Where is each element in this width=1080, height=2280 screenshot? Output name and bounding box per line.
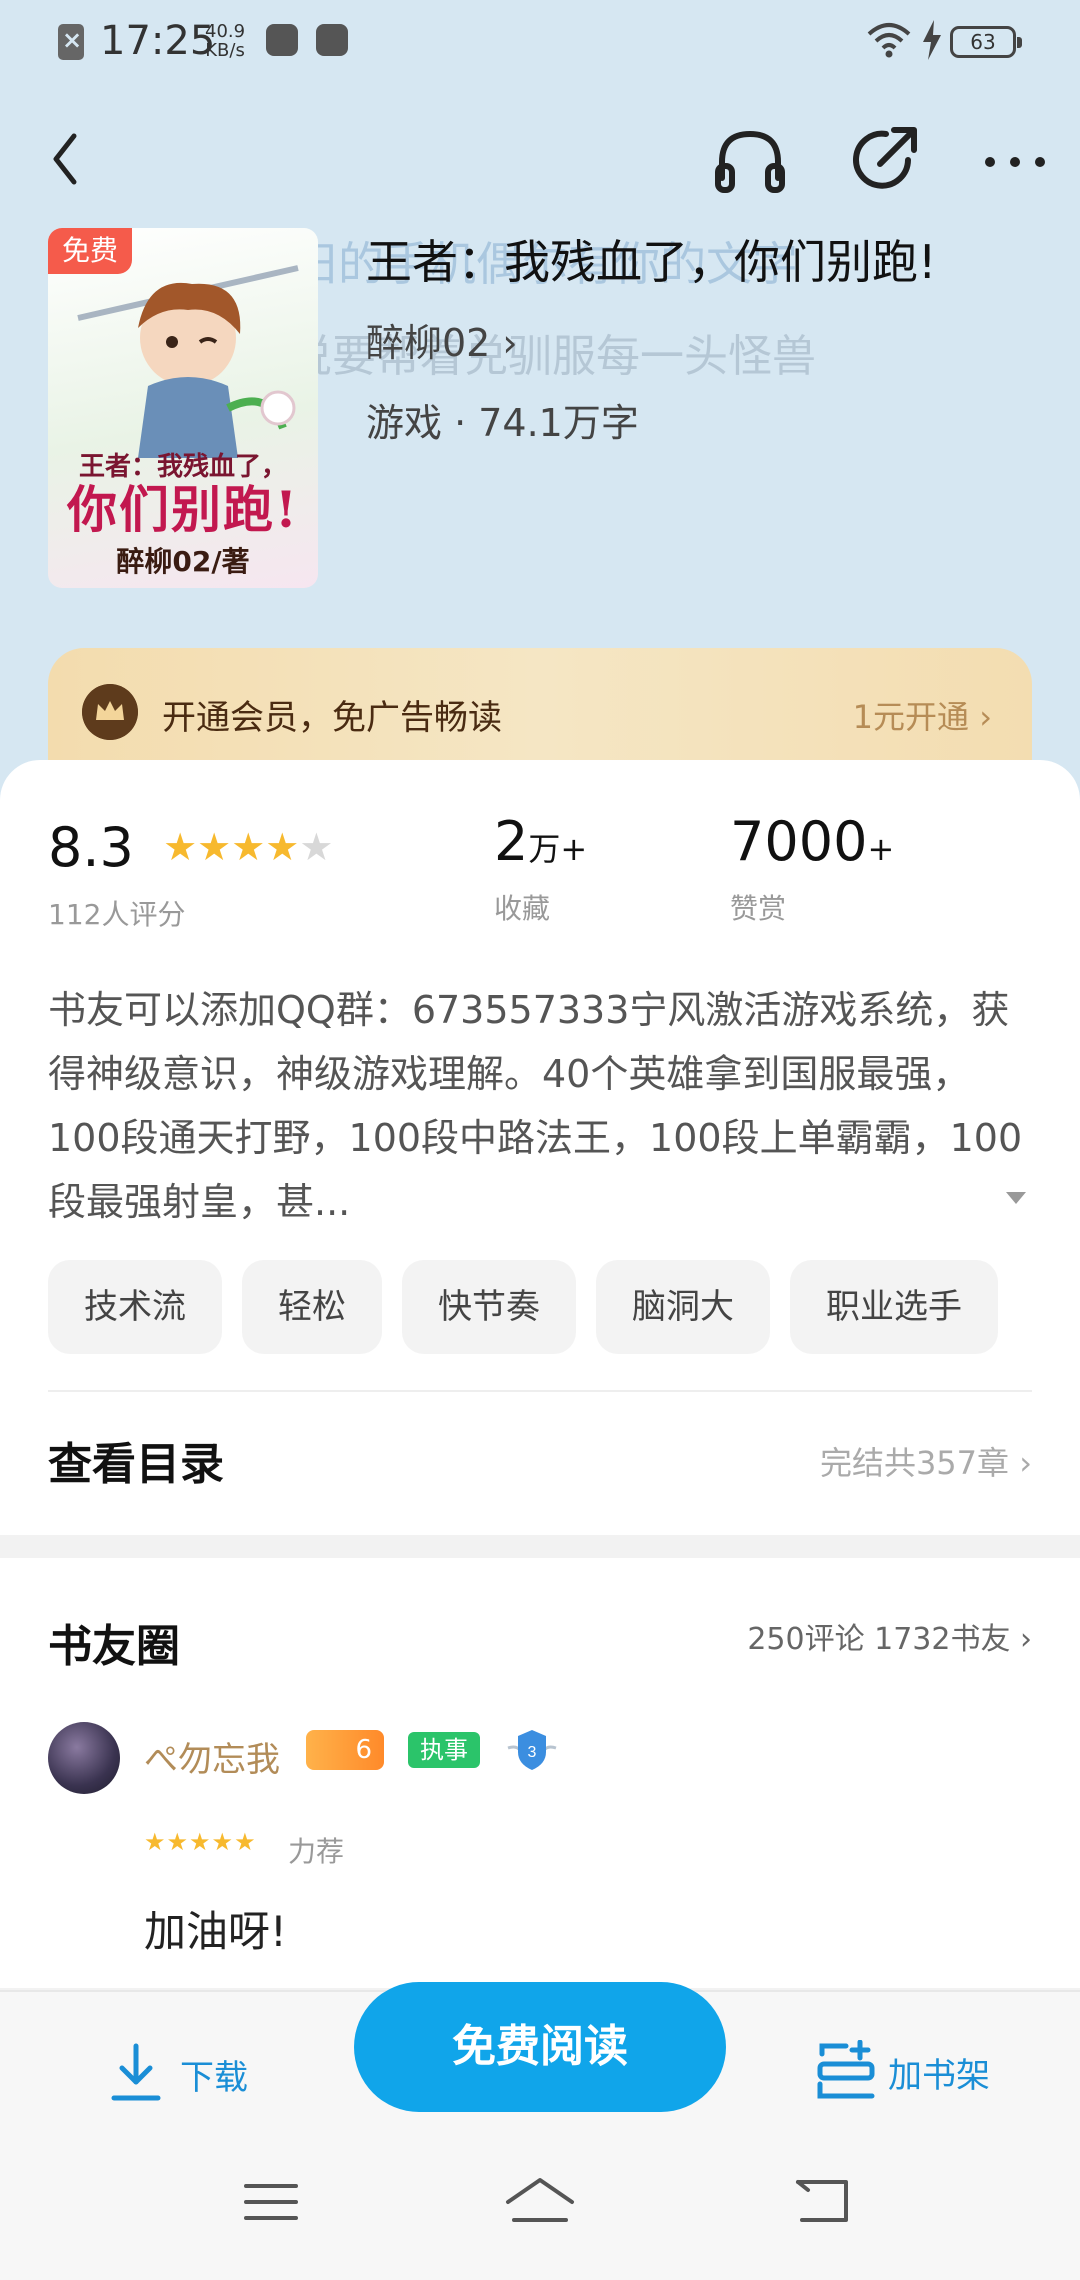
community-info[interactable]: 250评论 1732书友 › — [747, 1614, 1032, 1658]
rating-value: 8.3 — [48, 816, 134, 879]
book-meta: 游戏 · 74.1万字 — [366, 401, 639, 445]
toc-info[interactable]: 完结共357章 › — [820, 1438, 1032, 1484]
shield-badge-icon: 3 — [507, 1730, 557, 1770]
star-icon: ★ — [265, 825, 300, 869]
rating-stars: ★★★★★ — [163, 810, 333, 873]
star-icon: ★ — [163, 825, 198, 869]
charging-icon — [923, 20, 941, 60]
system-navigation-bar — [0, 2130, 1080, 2280]
comment-username[interactable]: ぺ勿忘我 — [144, 1732, 280, 1781]
share-icon[interactable] — [846, 120, 922, 200]
rating-stat: 8.3 ★★★★★ 112人评分 — [48, 810, 333, 933]
rewards-unit: + — [867, 830, 895, 868]
shield-level: 3 — [528, 1744, 537, 1761]
bookshelf-add-icon — [817, 2040, 875, 2099]
toc-label[interactable]: 查看目录 — [48, 1428, 224, 1492]
favorites-stat: 2万+ 收藏 — [494, 810, 587, 927]
expand-arrow-icon[interactable] — [1006, 1192, 1026, 1204]
add-to-shelf-button[interactable]: 加书架 — [816, 2040, 1016, 2104]
tag-chip[interactable]: 脑洞大 — [596, 1260, 770, 1354]
cover-illustration — [77, 265, 299, 458]
recent-apps-icon[interactable] — [244, 2180, 298, 2224]
back-icon[interactable] — [42, 124, 92, 194]
background-lyrics-line2: 他们说要帮着兑驯服每一头怪兽 — [200, 331, 816, 382]
favorites-value: 2 — [494, 810, 529, 873]
status-bar: 17:25 40.9 KB/s 63 — [0, 0, 1080, 86]
avatar[interactable] — [48, 1722, 120, 1794]
download-button[interactable]: 下载 — [110, 2042, 280, 2102]
top-toolbar — [0, 110, 1080, 210]
book-info-card: 8.3 ★★★★★ 112人评分 2万+ 收藏 7000+ 赞赏 书友可以添加Q… — [0, 760, 1080, 1535]
community-card: 书友圈 250评论 1732书友 › ぺ勿忘我 6 执事 3 ★★★★★ 力荐 … — [0, 1558, 1080, 1988]
tag-chip[interactable]: 轻松 — [242, 1260, 382, 1354]
sim-off-icon — [58, 24, 84, 60]
rating-label: 112人评分 — [48, 898, 186, 931]
vip-banner[interactable]: 开通会员，免广告畅读 1元开通 › — [48, 648, 1032, 778]
notification-app-icon — [266, 24, 298, 56]
headphones-icon[interactable] — [712, 122, 788, 198]
wifi-icon — [867, 23, 911, 58]
book-author-link[interactable]: 醉柳02 › — [366, 312, 518, 367]
status-time: 17:25 — [100, 18, 216, 64]
notification-app-icon — [316, 24, 348, 56]
tag-chip[interactable]: 技术流 — [48, 1260, 222, 1354]
add-to-shelf-label: 加书架 — [888, 2056, 990, 2096]
star-empty-icon: ★ — [299, 825, 334, 869]
divider — [48, 1390, 1032, 1392]
fire-level-value: 6 — [355, 1735, 372, 1765]
cover-author: 醉柳02/著 — [116, 545, 250, 578]
favorites-label: 收藏 — [494, 892, 551, 925]
tag-chip[interactable]: 职业选手 — [790, 1260, 998, 1354]
rewards-value: 7000 — [730, 810, 868, 873]
free-badge: 免费 — [48, 228, 132, 274]
free-read-button[interactable]: 免费阅读 — [354, 1982, 726, 2112]
network-speed: 40.9 KB/s — [205, 22, 245, 60]
book-cover[interactable]: 免费 王者：我残血了， 你们别跑! 醉柳02/著 — [48, 228, 318, 588]
comment-recommend: 力荐 — [288, 1835, 345, 1868]
tag-chip[interactable]: 快节奏 — [402, 1260, 576, 1354]
home-icon[interactable] — [504, 2176, 576, 2226]
community-title: 书友圈 — [48, 1621, 180, 1672]
cover-title-line2: 你们别跑! — [67, 480, 299, 539]
vip-text: 开通会员，免广告畅读 — [162, 698, 502, 738]
rewards-stat: 7000+ 赞赏 — [730, 810, 894, 927]
book-description[interactable]: 书友可以添加QQ群：673557333宁风激活游戏系统，获得神级意识，神级游戏理… — [48, 978, 1038, 1234]
download-label: 下载 — [180, 2058, 248, 2098]
crown-icon — [82, 684, 138, 740]
vip-action[interactable]: 1元开通 › — [853, 692, 992, 738]
comment-rating-stars: ★★★★★ — [144, 1828, 257, 1856]
comment-text[interactable]: 加油呀! — [144, 1898, 287, 1959]
star-icon: ★ — [231, 825, 266, 869]
book-title: 王者：我残血了，你们别跑! — [366, 235, 937, 289]
network-speed-value: 40.9 — [205, 21, 246, 42]
battery-indicator: 63 — [950, 26, 1022, 58]
bottom-action-bar: 下载 免费阅读 加书架 — [0, 1982, 1080, 2130]
network-speed-unit: KB/s — [205, 40, 245, 61]
system-back-icon[interactable] — [792, 2176, 852, 2226]
download-icon — [111, 2043, 161, 2101]
role-badge: 执事 — [408, 1732, 480, 1768]
fire-level-badge: 6 — [306, 1730, 384, 1770]
tag-list: 技术流 轻松 快节奏 脑洞大 职业选手 — [48, 1260, 1080, 1358]
favorites-unit: 万+ — [528, 830, 588, 868]
more-icon[interactable] — [980, 150, 1050, 174]
rewards-label: 赞赏 — [730, 892, 787, 925]
star-icon: ★ — [197, 825, 232, 869]
